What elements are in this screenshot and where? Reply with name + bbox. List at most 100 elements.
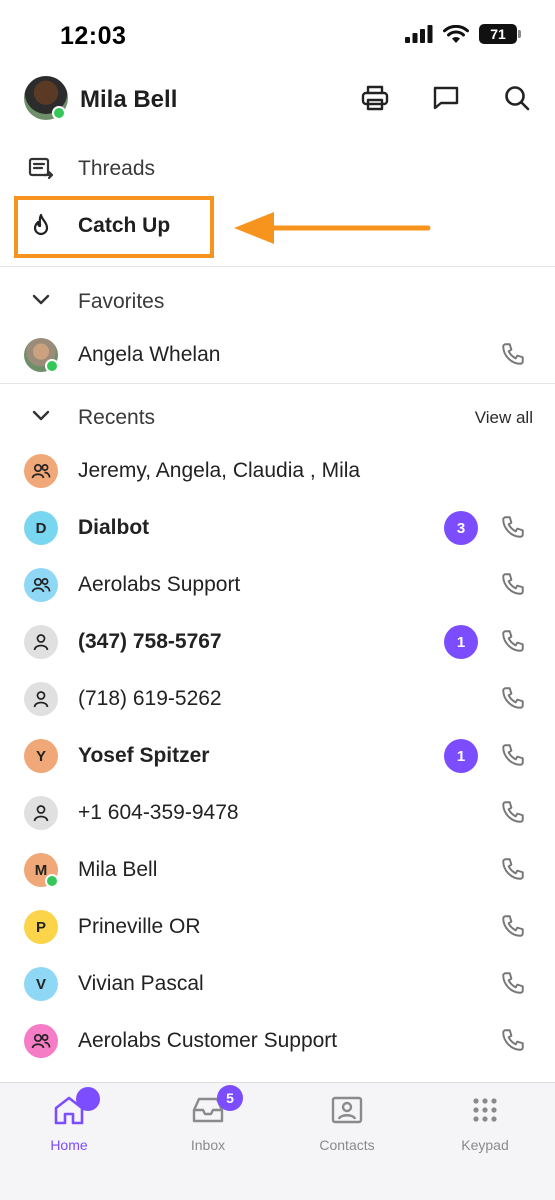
- recent-item[interactable]: (347) 758-5767 1: [0, 613, 555, 670]
- person-icon: [33, 691, 49, 708]
- highlight-box: [14, 196, 214, 258]
- contact-name: Prineville OR: [78, 915, 201, 938]
- contact-name: Jeremy, Angela, Claudia , Mila: [78, 459, 361, 482]
- avatar: Y: [24, 739, 58, 773]
- avatar: V: [24, 967, 58, 1001]
- keypad-icon-wrap: [468, 1093, 502, 1127]
- phone-icon[interactable]: [500, 913, 526, 939]
- nav-threads-label: Threads: [78, 157, 156, 180]
- phone-icon[interactable]: [500, 628, 526, 654]
- recent-item[interactable]: M Mila Bell: [0, 841, 555, 898]
- recent-item[interactable]: Y Yosef Spitzer 1: [0, 727, 555, 784]
- phone-icon[interactable]: [500, 799, 526, 825]
- chevron-down-icon: [32, 294, 50, 305]
- online-indicator: [45, 874, 59, 888]
- phone-icon[interactable]: [500, 341, 526, 367]
- tab-inbox-label: Inbox: [190, 1137, 226, 1153]
- tab-contacts[interactable]: Contacts: [292, 1093, 402, 1163]
- favorite-item[interactable]: Angela Whelan: [0, 326, 555, 383]
- phone-icon[interactable]: [500, 571, 526, 597]
- messages-button[interactable]: [430, 82, 462, 114]
- contacts-icon: [331, 1096, 363, 1124]
- search-button[interactable]: [501, 82, 533, 114]
- contact-name: Aerolabs Support: [78, 573, 241, 596]
- phone-icon[interactable]: [500, 742, 526, 768]
- contact-name: Yosef Spitzer: [78, 744, 210, 767]
- chevron-down-icon: [32, 410, 50, 421]
- contact-name: Vivian Pascal: [78, 972, 204, 995]
- recent-item[interactable]: (718) 619-5262: [0, 670, 555, 727]
- contact-name: (347) 758-5767: [78, 630, 222, 653]
- phone-icon[interactable]: [500, 1027, 526, 1053]
- avatar: [24, 1024, 58, 1058]
- person-icon: [33, 634, 49, 651]
- search-icon: [505, 86, 530, 111]
- avatar: [24, 796, 58, 830]
- divider: [0, 266, 555, 267]
- recent-item[interactable]: +1 604-359-9478: [0, 784, 555, 841]
- recents-header[interactable]: Recents View all: [0, 398, 555, 438]
- favorites-title: Favorites: [78, 290, 165, 313]
- home-badge: [76, 1087, 100, 1111]
- phone-icon[interactable]: [500, 685, 526, 711]
- contact-name: Angela Whelan: [78, 343, 221, 366]
- phone-icon[interactable]: [500, 514, 526, 540]
- tab-contacts-label: Contacts: [319, 1137, 375, 1153]
- keypad-icon: [473, 1098, 497, 1122]
- person-icon: [33, 805, 49, 822]
- tab-home[interactable]: Home: [14, 1087, 124, 1163]
- favorites-header[interactable]: Favorites: [0, 282, 555, 322]
- avatar: D: [24, 511, 58, 545]
- user-name[interactable]: Mila Bell: [80, 86, 177, 114]
- threads-icon: [28, 157, 54, 180]
- recent-item[interactable]: D Dialbot 3: [0, 499, 555, 556]
- status-bar: 12:03 71: [0, 0, 555, 70]
- nav-threads[interactable]: Threads: [0, 144, 555, 194]
- message-icon: [433, 86, 459, 110]
- avatar: [24, 454, 58, 488]
- avatar: [24, 682, 58, 716]
- contact-name: Aerolabs Customer Support: [78, 1029, 338, 1052]
- tab-bar: Home 5 Inbox Contacts Keypad: [0, 1082, 555, 1200]
- contacts-icon-wrap: [330, 1093, 364, 1127]
- contact-name: Dialbot: [78, 516, 150, 539]
- wifi-icon: [443, 24, 469, 43]
- phone-icon[interactable]: [500, 970, 526, 996]
- unread-badge: 3: [444, 511, 478, 545]
- status-icons: 71: [405, 24, 521, 44]
- tab-keypad-label: Keypad: [461, 1137, 509, 1153]
- online-indicator: [52, 106, 66, 120]
- battery-indicator: 71: [479, 24, 521, 44]
- inbox-icon-wrap: 5: [191, 1085, 243, 1127]
- recent-item[interactable]: Jeremy, Angela, Claudia , Mila: [0, 442, 555, 499]
- recent-item[interactable]: V Vivian Pascal: [0, 955, 555, 1012]
- inbox-badge: 5: [217, 1085, 243, 1111]
- avatar: [24, 625, 58, 659]
- divider: [0, 383, 555, 384]
- recents-title: Recents: [78, 406, 156, 429]
- tab-keypad[interactable]: Keypad: [430, 1093, 540, 1163]
- recent-item[interactable]: P Prineville OR: [0, 898, 555, 955]
- tab-inbox[interactable]: 5 Inbox: [153, 1085, 263, 1163]
- group-icon: [31, 577, 51, 593]
- recent-item[interactable]: Aerolabs Support: [0, 556, 555, 613]
- unread-badge: 1: [444, 739, 478, 773]
- status-time: 12:03: [60, 22, 127, 50]
- printer-icon: [361, 85, 389, 111]
- contact-name: Mila Bell: [78, 858, 158, 881]
- phone-icon[interactable]: [500, 856, 526, 882]
- contact-name: +1 604-359-9478: [78, 801, 239, 824]
- avatar: P: [24, 910, 58, 944]
- unread-badge: 1: [444, 625, 478, 659]
- group-icon: [31, 1033, 51, 1049]
- annotation-arrow: [234, 212, 431, 244]
- avatar: [24, 568, 58, 602]
- recent-item[interactable]: Aerolabs Customer Support: [0, 1012, 555, 1069]
- group-icon: [31, 463, 51, 479]
- app-header: Mila Bell: [0, 72, 555, 128]
- home-icon-wrap: [52, 1087, 100, 1127]
- tab-home-label: Home: [50, 1137, 88, 1153]
- view-all-link[interactable]: View all: [475, 408, 533, 428]
- print-button[interactable]: [359, 82, 391, 114]
- contact-name: (718) 619-5262: [78, 687, 222, 710]
